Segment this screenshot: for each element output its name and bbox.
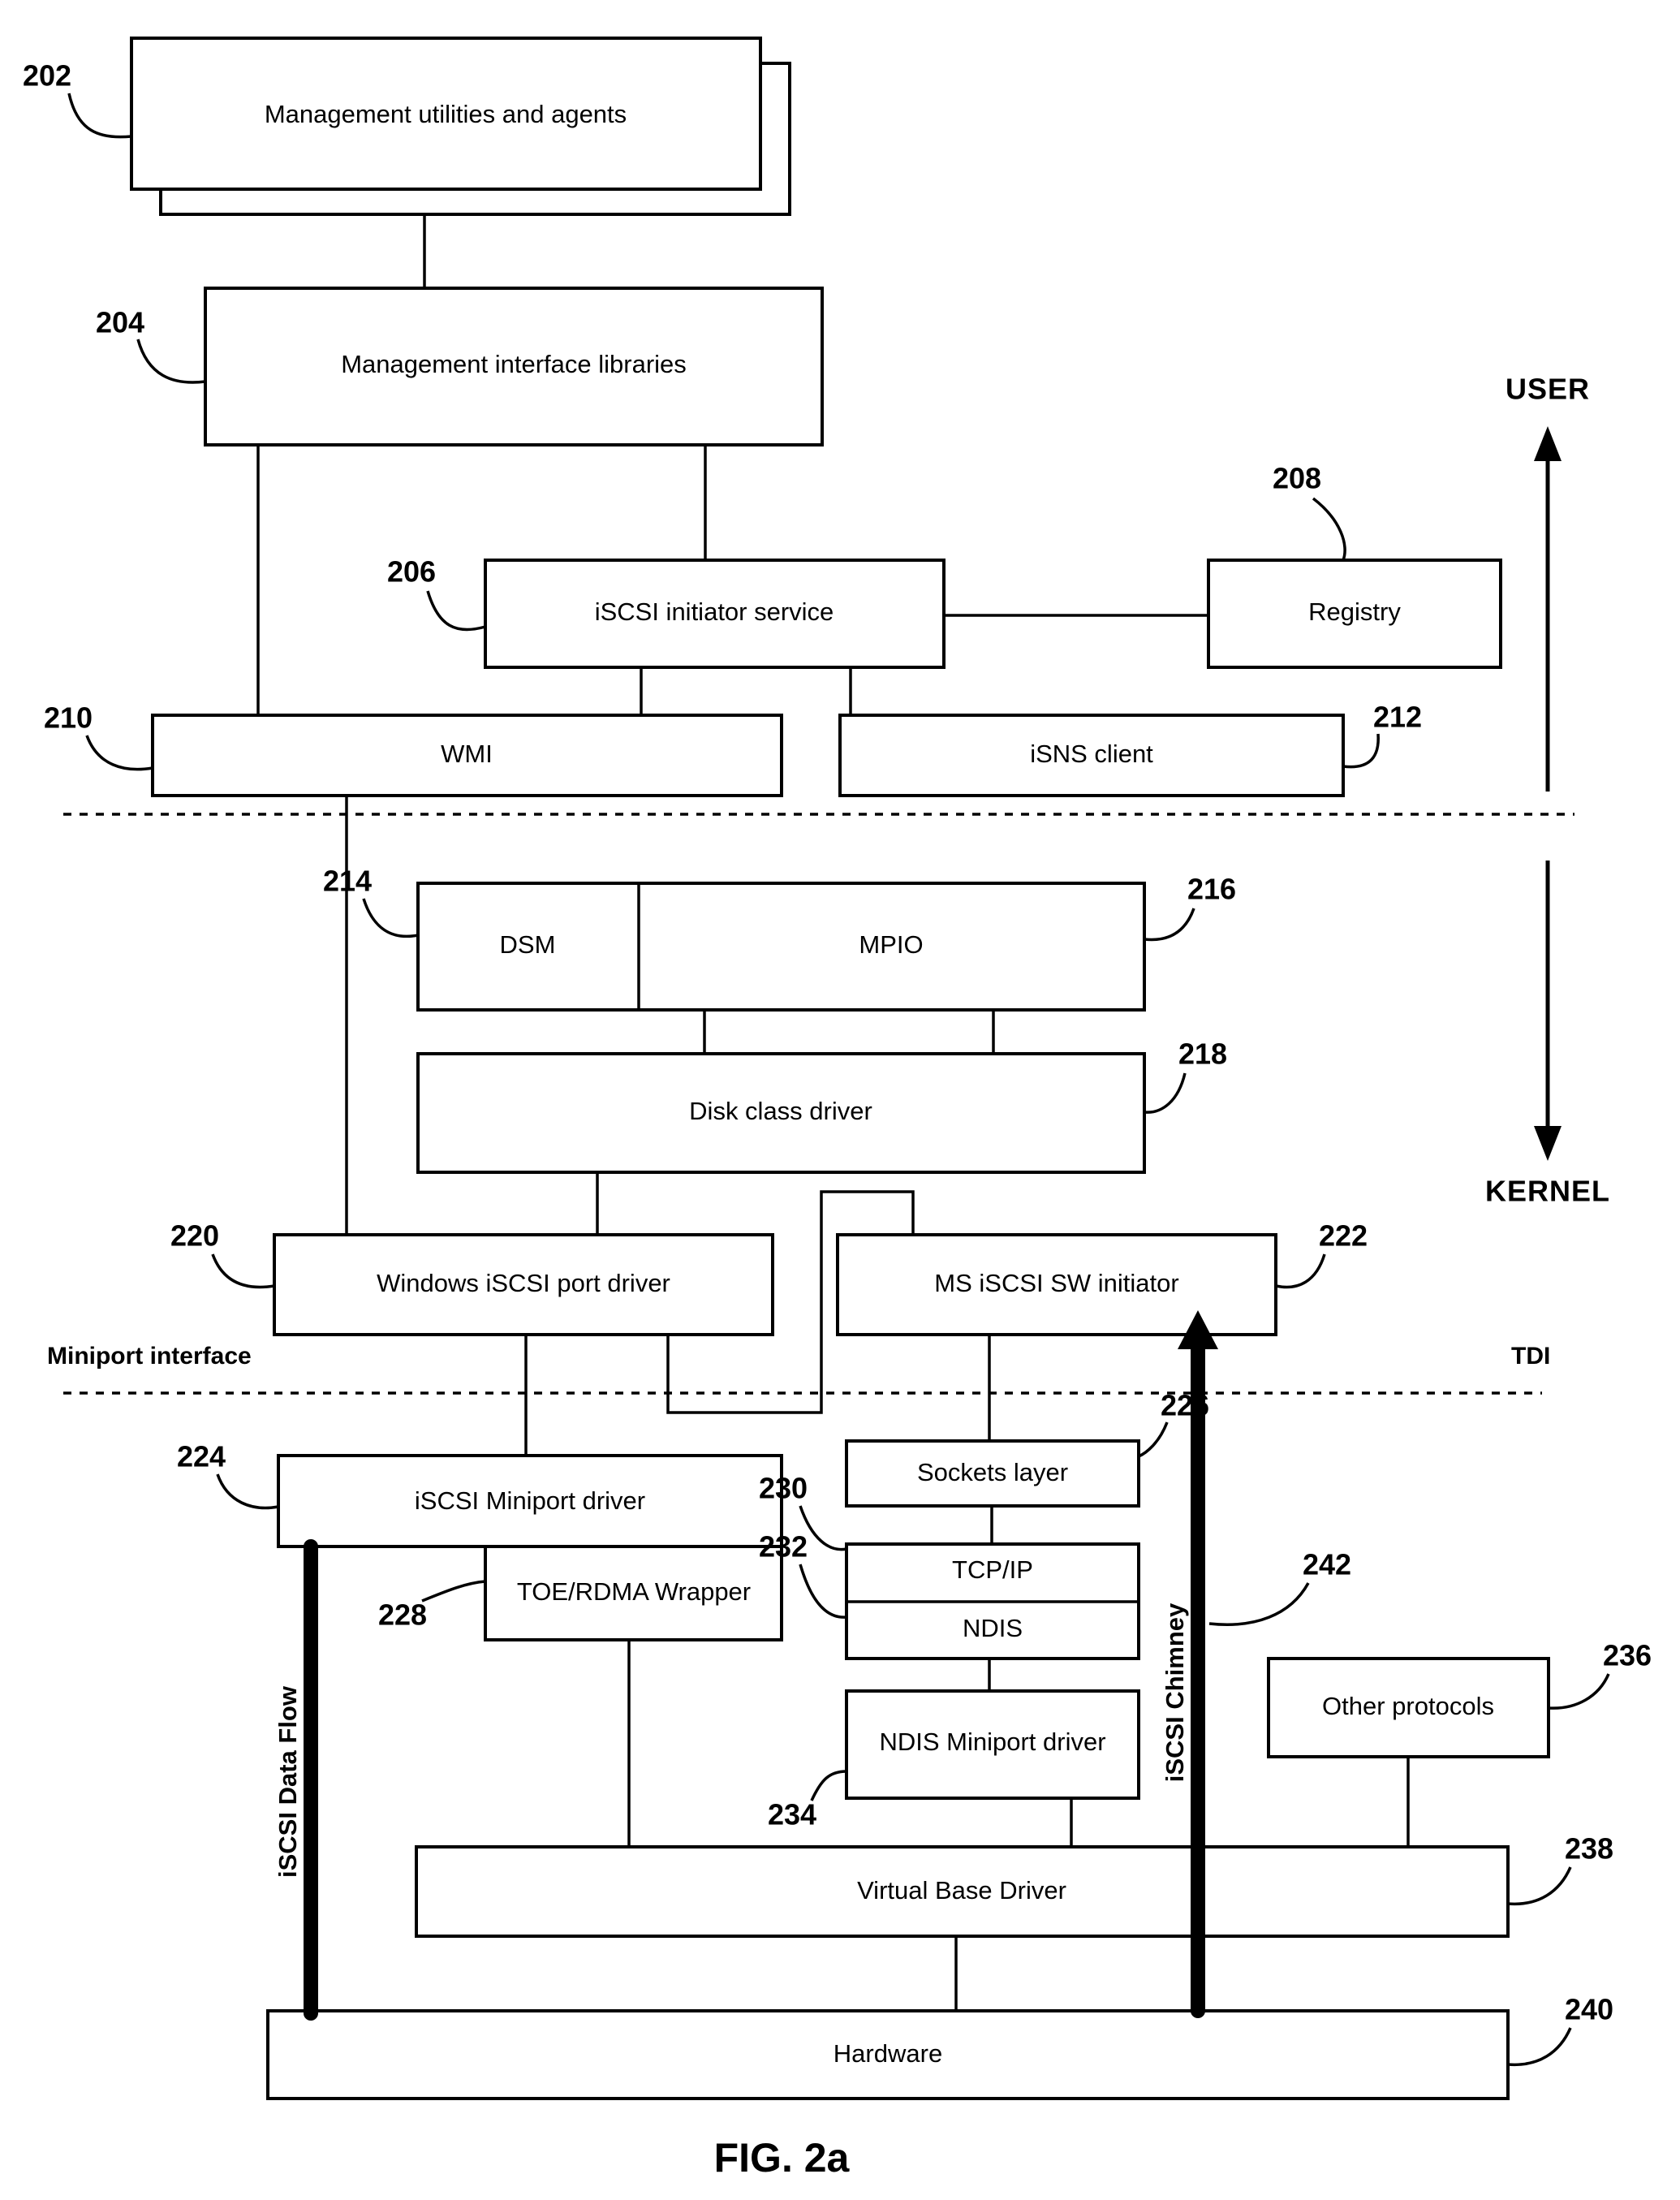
block-label-202: Management utilities and agents: [265, 100, 627, 128]
ref-242: 242: [1303, 1548, 1351, 1581]
block-label-228: TOE/RDMA Wrapper: [517, 1577, 751, 1606]
ref-214: 214: [323, 865, 372, 898]
ref-236: 236: [1603, 1639, 1652, 1672]
block-label-238: Virtual Base Driver: [857, 1876, 1066, 1905]
ref-222: 222: [1319, 1219, 1368, 1253]
figure-svg: USER KERNEL Management utilities and age…: [23, 37, 1652, 2181]
user-domain-label: USER: [1506, 373, 1590, 406]
block-label-204: Management interface libraries: [341, 350, 687, 378]
block-label-214: DSM: [500, 930, 556, 959]
block-label-216: MPIO: [859, 930, 923, 959]
ref-238: 238: [1565, 1832, 1613, 1866]
iscsi-chimney-label: iSCSI Chimney: [1161, 1603, 1189, 1782]
block-label-212: iSNS client: [1030, 740, 1153, 768]
ref-216: 216: [1187, 873, 1236, 906]
ref-240: 240: [1565, 1993, 1613, 2026]
block-label-218: Disk class driver: [689, 1097, 872, 1125]
patent-figure-2a: USER KERNEL Management utilities and age…: [0, 0, 1680, 2200]
block-label-224: iSCSI Miniport driver: [415, 1486, 645, 1515]
ref-224: 224: [177, 1440, 226, 1473]
ref-204: 204: [96, 306, 144, 339]
block-label-210: WMI: [441, 740, 493, 768]
ref-230: 230: [759, 1472, 808, 1505]
ref-206: 206: [387, 555, 436, 589]
ref-208: 208: [1273, 462, 1321, 495]
ref-210: 210: [44, 701, 93, 735]
block-label-206: iSCSI initiator service: [595, 597, 834, 626]
block-label-234: NDIS Miniport driver: [879, 1728, 1105, 1756]
ref-226: 226: [1161, 1389, 1209, 1422]
block-label-222: MS iSCSI SW initiator: [934, 1269, 1178, 1297]
block-label-236: Other protocols: [1322, 1692, 1494, 1720]
iscsi-data-flow-label: iSCSI Data Flow: [274, 1685, 302, 1878]
user-arrowhead: [1534, 426, 1562, 461]
ref-220: 220: [170, 1219, 219, 1253]
block-label-208: Registry: [1308, 597, 1401, 626]
miniport-interface-label: Miniport interface: [47, 1343, 252, 1370]
block-label-240: Hardware: [834, 2039, 942, 2068]
kernel-arrowhead: [1534, 1126, 1562, 1161]
block-label-220: Windows iSCSI port driver: [377, 1269, 670, 1297]
figure-caption: FIG. 2a: [714, 2135, 851, 2181]
kernel-domain-label: KERNEL: [1485, 1175, 1610, 1208]
tdi-label: TDI: [1511, 1343, 1550, 1370]
block-label-226: Sockets layer: [917, 1458, 1068, 1486]
block-label-232: NDIS: [963, 1614, 1023, 1642]
ref-228: 228: [378, 1598, 427, 1632]
ref-234: 234: [768, 1798, 816, 1831]
ref-202: 202: [23, 59, 71, 93]
ref-232: 232: [759, 1530, 808, 1564]
ref-218: 218: [1178, 1037, 1227, 1071]
ref-212: 212: [1373, 701, 1422, 734]
user-kernel-axis: [1534, 426, 1562, 1161]
block-label-230: TCP/IP: [952, 1555, 1033, 1584]
